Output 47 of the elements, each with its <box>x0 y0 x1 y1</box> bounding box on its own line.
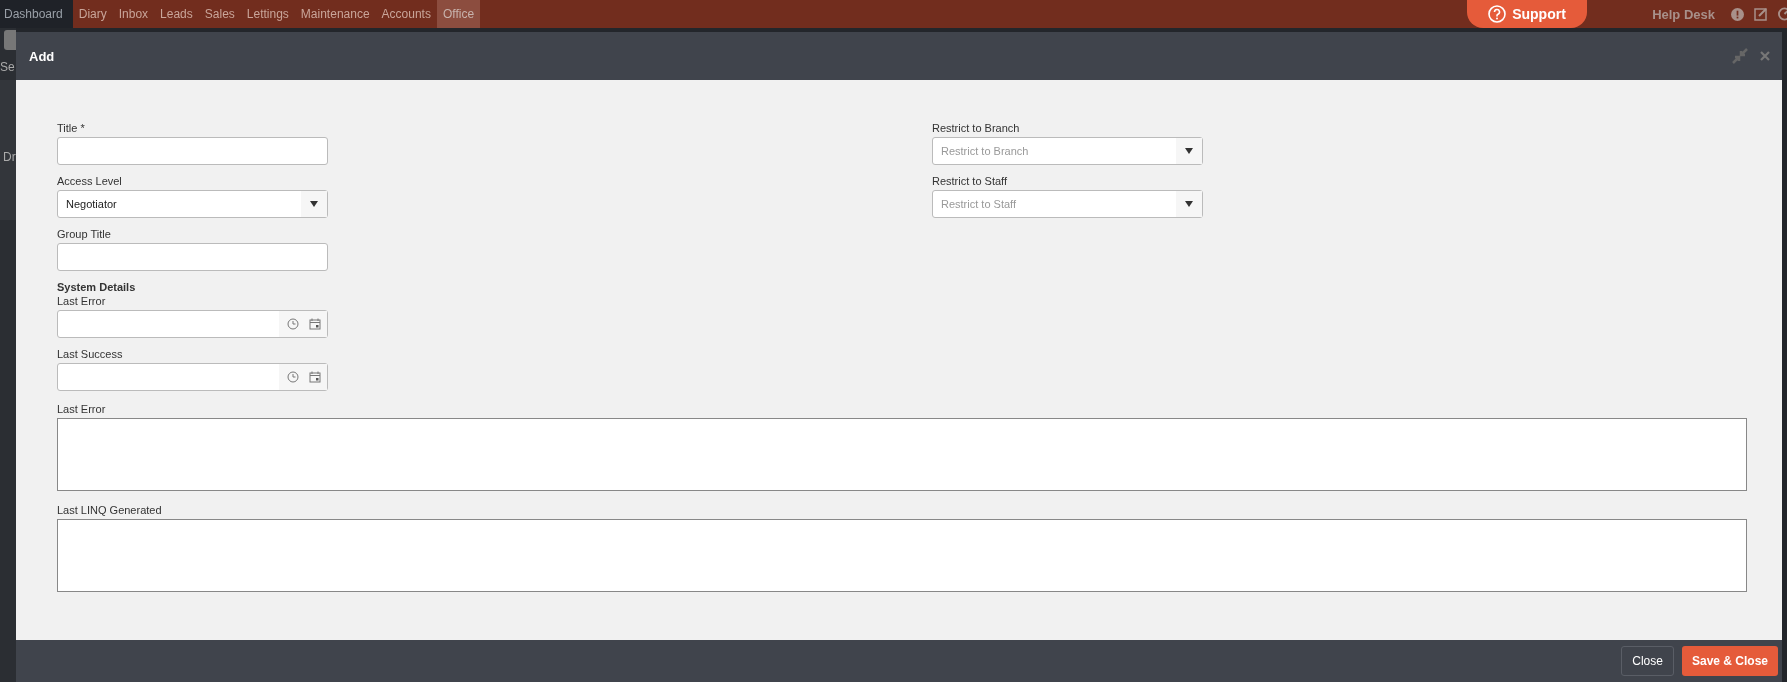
text-area[interactable] <box>57 418 1747 491</box>
dropdown-field[interactable]: Restrict to Staff <box>932 190 1203 218</box>
clock-icon[interactable] <box>287 318 299 330</box>
field-label: Group Title <box>57 228 112 240</box>
background-text: Se <box>0 60 16 74</box>
edit-icon[interactable] <box>1754 7 1768 21</box>
text-field[interactable] <box>57 243 328 271</box>
nav-tab[interactable]: Diary <box>72 0 113 28</box>
alert-icon[interactable] <box>1731 7 1744 21</box>
field-label: Last LINQ Generated <box>57 504 163 516</box>
save-button[interactable]: Save & Close <box>1681 646 1778 676</box>
text-area[interactable] <box>57 519 1747 592</box>
dialog-title: Add <box>29 48 56 64</box>
caret-icon <box>310 201 318 207</box>
datetime-field[interactable] <box>57 310 328 338</box>
help-desk-link[interactable]: Help Desk <box>1652 6 1715 22</box>
close-icon[interactable] <box>1760 51 1770 61</box>
nav-tab[interactable]: Office <box>436 0 481 28</box>
dropdown-field[interactable]: Restrict to Branch <box>932 137 1203 165</box>
section-heading: System Details <box>57 281 137 293</box>
dropdown-field[interactable]: Negotiator <box>57 190 328 218</box>
caret-icon <box>1185 148 1193 154</box>
nav-tab[interactable]: Maintenance <box>294 0 376 28</box>
nav-tab[interactable]: Dashboard <box>0 0 73 28</box>
close-button[interactable]: Close <box>1621 646 1674 676</box>
field-label: Last Success <box>57 348 124 360</box>
nav-tab[interactable]: Inbox <box>112 0 155 28</box>
datetime-field[interactable] <box>57 363 328 391</box>
collapse-icon[interactable] <box>1732 48 1748 64</box>
nav-tab[interactable]: Leads <box>154 0 199 28</box>
clock-icon[interactable] <box>287 371 299 383</box>
field-label: Title * <box>57 122 86 134</box>
calendar-icon[interactable] <box>309 318 321 330</box>
nav-tab[interactable]: Accounts <box>375 0 437 28</box>
text-field[interactable] <box>57 137 328 165</box>
help-icon <box>1488 5 1507 23</box>
caret-icon <box>1185 201 1193 207</box>
field-label: Access Level <box>57 175 123 187</box>
field-label: Last Error <box>57 403 107 415</box>
nav-tab[interactable]: Sales <box>198 0 241 28</box>
calendar-icon[interactable] <box>309 371 321 383</box>
field-label: Last Error <box>57 295 107 307</box>
support-button[interactable]: Support <box>1467 0 1587 28</box>
field-label: Restrict to Branch <box>932 122 1021 134</box>
nav-tab[interactable]: Lettings <box>240 0 295 28</box>
field-label: Restrict to Staff <box>932 175 1008 187</box>
background-text: Dr <box>2 150 16 164</box>
